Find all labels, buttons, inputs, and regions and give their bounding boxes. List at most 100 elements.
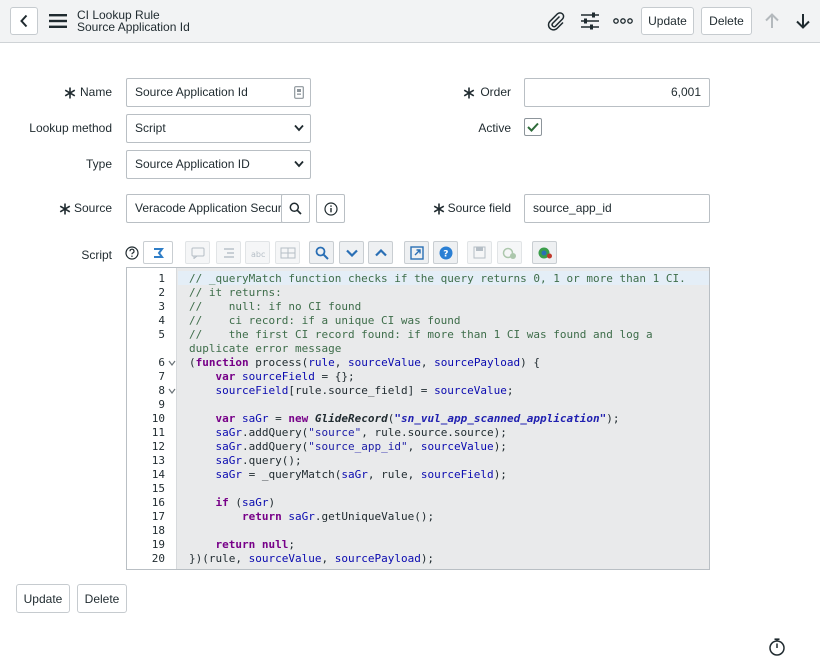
code-line[interactable]: saGr.addQuery("source", rule.source.sour… [189, 426, 507, 440]
format-code-button[interactable] [216, 241, 241, 264]
code-line[interactable]: (function process(rule, sourceValue, sou… [189, 356, 540, 370]
name-value: Source Application Id [135, 85, 248, 99]
replace-all-icon [280, 247, 295, 258]
macros-icon [502, 247, 516, 259]
find-next-button[interactable] [339, 241, 364, 264]
line-number: 12 [151, 440, 165, 453]
chevron-down-icon [294, 160, 304, 168]
fullscreen-button[interactable] [404, 241, 429, 264]
code-line[interactable]: saGr.query(); [189, 454, 302, 468]
code-line[interactable]: saGr = _queryMatch(saGr, rule, sourceFie… [189, 468, 507, 482]
source-reference-input[interactable]: Veracode Application Secur [126, 194, 283, 223]
source-preview-button[interactable] [316, 194, 345, 223]
arrow-down-icon [796, 14, 810, 29]
line-number: 10 [151, 412, 165, 425]
line-number: 3 [158, 300, 165, 313]
source-field-input[interactable]: source_app_id [524, 194, 710, 223]
line-number: 8 [158, 384, 165, 397]
code-line[interactable]: // the first CI record found: if more th… [189, 328, 653, 342]
next-record-button[interactable] [791, 9, 815, 33]
code-line[interactable]: sourceField[rule.source_field] = sourceV… [189, 384, 514, 398]
attachment-button[interactable] [544, 9, 568, 33]
stopwatch-icon[interactable] [768, 638, 786, 656]
lookup-method-select[interactable]: Script [126, 114, 311, 143]
line-number: 19 [151, 538, 165, 551]
chevron-left-icon [20, 14, 28, 28]
source-field-label: Source field [447, 201, 511, 215]
lookup-method-value: Script [135, 121, 166, 135]
chevron-down-icon [345, 249, 358, 257]
code-line[interactable]: duplicate error message [189, 342, 341, 356]
context-menu-button[interactable] [46, 9, 70, 33]
record-title: CI Lookup Rule Source Application Id [77, 9, 190, 33]
script-editor[interactable]: 1 // _queryMatch function checks if the q… [126, 267, 710, 570]
source-label: Source [73, 201, 112, 215]
save-script-button[interactable] [467, 241, 492, 264]
field-info-icon [294, 86, 304, 99]
code-line[interactable]: var sourceField = {}; [189, 370, 355, 384]
record-name-label: Source Application Id [77, 20, 190, 34]
comment-icon [191, 247, 204, 259]
line-number: 16 [151, 496, 165, 509]
fold-arrow-icon[interactable] [168, 359, 176, 367]
toggle-syntax-editor-button[interactable] [143, 241, 173, 264]
code-line[interactable]: return null; [189, 538, 296, 552]
more-options-icon [613, 18, 633, 24]
line-number: 9 [158, 398, 165, 411]
previous-record-button[interactable] [760, 9, 784, 33]
code-line[interactable]: return saGr.getUniqueValue(); [189, 510, 434, 524]
code-line[interactable]: saGr.addQuery("source_app_id", sourceVal… [189, 440, 507, 454]
debugger-icon [538, 247, 552, 258]
replace-button[interactable]: abc [245, 241, 270, 264]
editor-help-button[interactable]: ? [433, 241, 458, 264]
source-lookup-button[interactable] [281, 194, 310, 223]
footer-delete-button[interactable]: Delete [77, 584, 127, 613]
header-delete-button[interactable]: Delete [701, 7, 752, 35]
line-number: 20 [151, 552, 165, 565]
arrow-up-icon [765, 13, 779, 28]
order-input[interactable]: 6,001 [524, 78, 710, 107]
replace-all-button[interactable] [275, 241, 300, 264]
code-line[interactable]: // ci record: if a unique CI was found [189, 314, 461, 328]
back-button[interactable] [10, 7, 38, 35]
sliders-icon [581, 12, 599, 30]
code-line[interactable]: // _queryMatch function checks if the qu… [189, 272, 686, 286]
name-input[interactable]: Source Application Id [126, 78, 311, 107]
header-update-button[interactable]: Update [641, 7, 694, 35]
script-macros-button[interactable] [497, 241, 522, 264]
line-number: 7 [158, 370, 165, 383]
line-number: 17 [151, 510, 165, 523]
comment-button[interactable] [185, 241, 210, 264]
order-label: Order [480, 85, 511, 99]
script-label: Script [81, 248, 112, 262]
script-debugger-button[interactable] [532, 241, 557, 264]
replace-icon: abc [251, 250, 265, 259]
help-icon[interactable] [125, 246, 139, 260]
code-line[interactable]: // it returns: [189, 286, 282, 300]
fold-arrow-icon[interactable] [168, 387, 176, 395]
hamburger-menu-icon [49, 14, 67, 28]
more-options-button[interactable] [611, 9, 635, 33]
footer-update-button[interactable]: Update [16, 584, 70, 613]
line-number [127, 342, 165, 356]
expand-icon [409, 245, 424, 260]
find-button[interactable] [309, 241, 334, 264]
chevron-up-icon [374, 248, 387, 256]
question-icon: ? [439, 246, 452, 259]
code-line[interactable]: if (saGr) [189, 496, 276, 510]
info-icon [323, 201, 338, 216]
svg-text:?: ? [443, 249, 448, 259]
code-line[interactable]: })(rule, sourceValue, sourcePayload); [189, 552, 434, 566]
lookup-method-label: Lookup method [29, 121, 112, 135]
find-previous-button[interactable] [368, 241, 393, 264]
type-select[interactable]: Source Application ID [126, 150, 311, 179]
format-icon [223, 247, 234, 258]
active-label: Active [478, 121, 511, 135]
line-number: 2 [158, 286, 165, 299]
line-number: 11 [151, 426, 165, 439]
paperclip-icon [547, 12, 565, 31]
active-checkbox[interactable] [524, 118, 542, 136]
personalize-form-button[interactable] [578, 9, 602, 33]
code-line[interactable]: // null: if no CI found [189, 300, 361, 314]
code-line[interactable]: var saGr = new GlideRecord("sn_vul_app_s… [189, 412, 620, 426]
